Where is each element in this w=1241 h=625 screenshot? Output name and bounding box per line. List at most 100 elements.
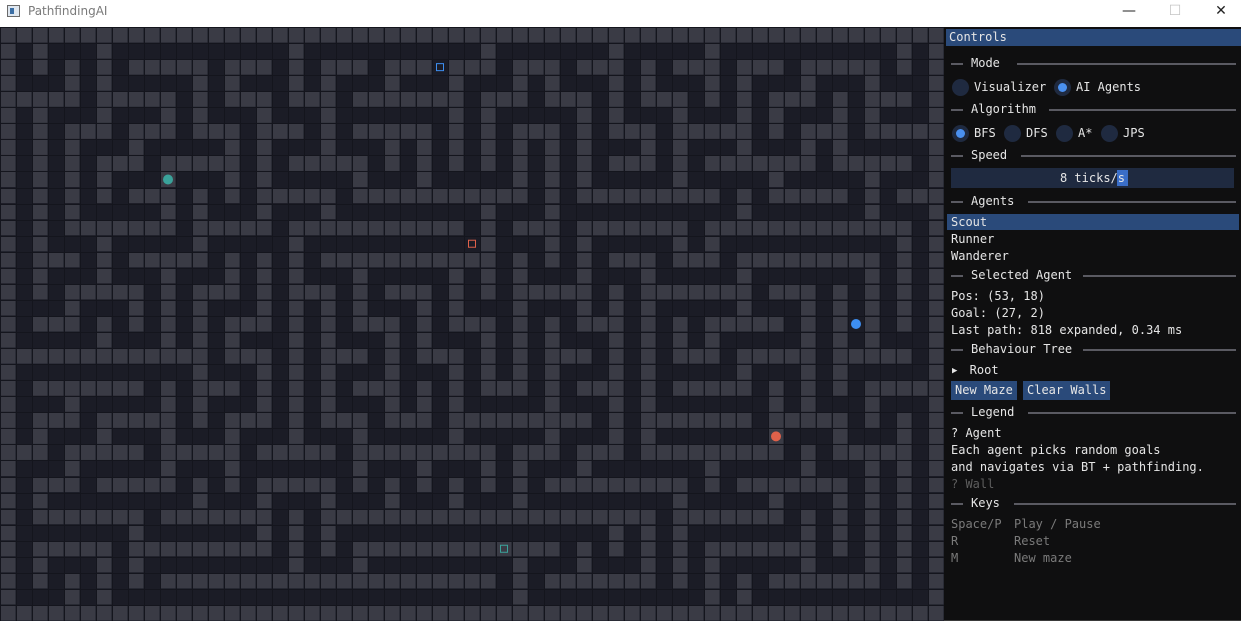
maze-wall-cell bbox=[480, 59, 496, 75]
agent-marker-blue[interactable] bbox=[851, 319, 861, 329]
legend-wall: ? Wall bbox=[951, 477, 995, 491]
maze-wall-cell bbox=[64, 252, 80, 268]
maze-wall-cell bbox=[480, 332, 496, 348]
maze-wall-cell bbox=[112, 91, 128, 107]
maze-wall-cell bbox=[928, 59, 944, 75]
new-maze-button[interactable]: New Maze bbox=[951, 381, 1017, 400]
maze-wall-cell bbox=[320, 155, 336, 171]
maze-wall-cell bbox=[912, 380, 928, 396]
maze-wall-cell bbox=[560, 573, 576, 589]
maze-wall-cell bbox=[848, 59, 864, 75]
maze-wall-cell bbox=[896, 509, 912, 525]
maze-wall-cell bbox=[480, 268, 496, 284]
maze-wall-cell bbox=[48, 380, 64, 396]
maze-wall-cell bbox=[336, 348, 352, 364]
maze-wall-cell bbox=[512, 75, 528, 91]
maze-wall-cell bbox=[592, 27, 608, 43]
close-button[interactable]: ✕ bbox=[1198, 0, 1241, 24]
maze-wall-cell bbox=[592, 316, 608, 332]
clear-walls-button[interactable]: Clear Walls bbox=[1023, 381, 1111, 400]
maze-wall-cell bbox=[640, 139, 656, 155]
maze-wall-cell bbox=[864, 460, 880, 477]
maze-wall-cell bbox=[288, 252, 304, 268]
maze-wall-cell bbox=[784, 348, 800, 364]
maze-wall-cell bbox=[96, 268, 112, 284]
key-m: M bbox=[951, 551, 959, 565]
maze-wall-cell bbox=[864, 444, 880, 460]
maze-wall-cell bbox=[736, 188, 752, 204]
maze-wall-cell bbox=[240, 573, 256, 589]
maze-wall-cell bbox=[656, 605, 672, 621]
maze-wall-cell bbox=[848, 573, 864, 589]
maze-wall-cell bbox=[704, 573, 720, 589]
maze-wall-cell bbox=[608, 91, 624, 107]
maze-wall-cell bbox=[256, 91, 272, 107]
maze-wall-cell bbox=[624, 477, 640, 493]
maze-wall-cell bbox=[720, 444, 736, 460]
maze-wall-cell bbox=[320, 348, 336, 364]
agent-marker-red[interactable] bbox=[771, 431, 781, 442]
agent-list-item-wanderer[interactable]: Wanderer bbox=[947, 248, 1239, 264]
speed-slider[interactable]: 8 ticks/s bbox=[951, 168, 1234, 188]
agent-marker-teal[interactable] bbox=[163, 174, 173, 185]
maze-wall-cell bbox=[896, 460, 912, 477]
agent-list-item-runner[interactable]: Runner bbox=[947, 231, 1239, 247]
maze-wall-cell bbox=[864, 477, 880, 493]
minimize-button[interactable]: — bbox=[1106, 0, 1152, 24]
maze-wall-cell bbox=[800, 75, 816, 91]
maze-wall-cell bbox=[624, 252, 640, 268]
maze-wall-cell bbox=[320, 493, 336, 509]
maze-wall-cell bbox=[576, 284, 592, 300]
maze-wall-cell bbox=[320, 123, 336, 139]
maximize-button[interactable]: ☐ bbox=[1152, 0, 1198, 24]
maze-wall-cell bbox=[432, 348, 448, 364]
maze-wall-cell bbox=[352, 541, 368, 557]
maze-wall-cell bbox=[192, 107, 208, 123]
maze-wall-cell bbox=[480, 573, 496, 589]
maze-wall-cell bbox=[736, 139, 752, 155]
maze-wall-cell bbox=[160, 477, 176, 493]
maze-wall-cell bbox=[384, 252, 400, 268]
maze-wall-cell bbox=[192, 573, 208, 589]
maze-wall-cell bbox=[128, 541, 144, 557]
agent-list-item-scout[interactable]: Scout bbox=[947, 214, 1239, 230]
maze-wall-cell bbox=[528, 59, 544, 75]
maze-wall-cell bbox=[656, 91, 672, 107]
maze-wall-cell bbox=[512, 59, 528, 75]
maze-wall-cell bbox=[16, 605, 32, 621]
maze-wall-cell bbox=[512, 123, 528, 139]
maze-wall-cell bbox=[160, 188, 176, 204]
maze-wall-cell bbox=[736, 155, 752, 171]
maze-wall-cell bbox=[512, 284, 528, 300]
maze-wall-cell bbox=[816, 477, 832, 493]
maze-wall-cell bbox=[672, 605, 688, 621]
maze-wall-cell bbox=[464, 412, 480, 428]
maze-wall-cell bbox=[400, 123, 416, 139]
maze-wall-cell bbox=[752, 444, 768, 460]
maze-wall-cell bbox=[896, 123, 912, 139]
maze-wall-cell bbox=[96, 573, 112, 589]
maze-wall-cell bbox=[320, 27, 336, 43]
maze-grid[interactable] bbox=[0, 27, 945, 622]
maze-wall-cell bbox=[96, 412, 112, 428]
maze-wall-cell bbox=[368, 316, 384, 332]
panel-title[interactable]: Controls bbox=[946, 29, 1241, 46]
maze-wall-cell bbox=[640, 573, 656, 589]
behaviour-tree-root-node[interactable]: ▶ Root bbox=[952, 363, 999, 377]
maze-wall-cell bbox=[864, 59, 880, 75]
maze-wall-cell bbox=[400, 605, 416, 621]
maze-wall-cell bbox=[480, 123, 496, 139]
maze-wall-cell bbox=[64, 75, 80, 91]
maze-wall-cell bbox=[768, 541, 784, 557]
maze-wall-cell bbox=[768, 284, 784, 300]
maze-wall-cell bbox=[800, 557, 816, 573]
maze-wall-cell bbox=[928, 573, 944, 589]
maze-wall-cell bbox=[32, 204, 48, 220]
maze-wall-cell bbox=[208, 123, 224, 139]
maze-wall-cell bbox=[928, 188, 944, 204]
maze-view[interactable] bbox=[0, 27, 945, 622]
maze-wall-cell bbox=[192, 541, 208, 557]
maze-wall-cell bbox=[832, 493, 848, 509]
maze-wall-cell bbox=[288, 75, 304, 91]
maze-wall-cell bbox=[832, 348, 848, 364]
